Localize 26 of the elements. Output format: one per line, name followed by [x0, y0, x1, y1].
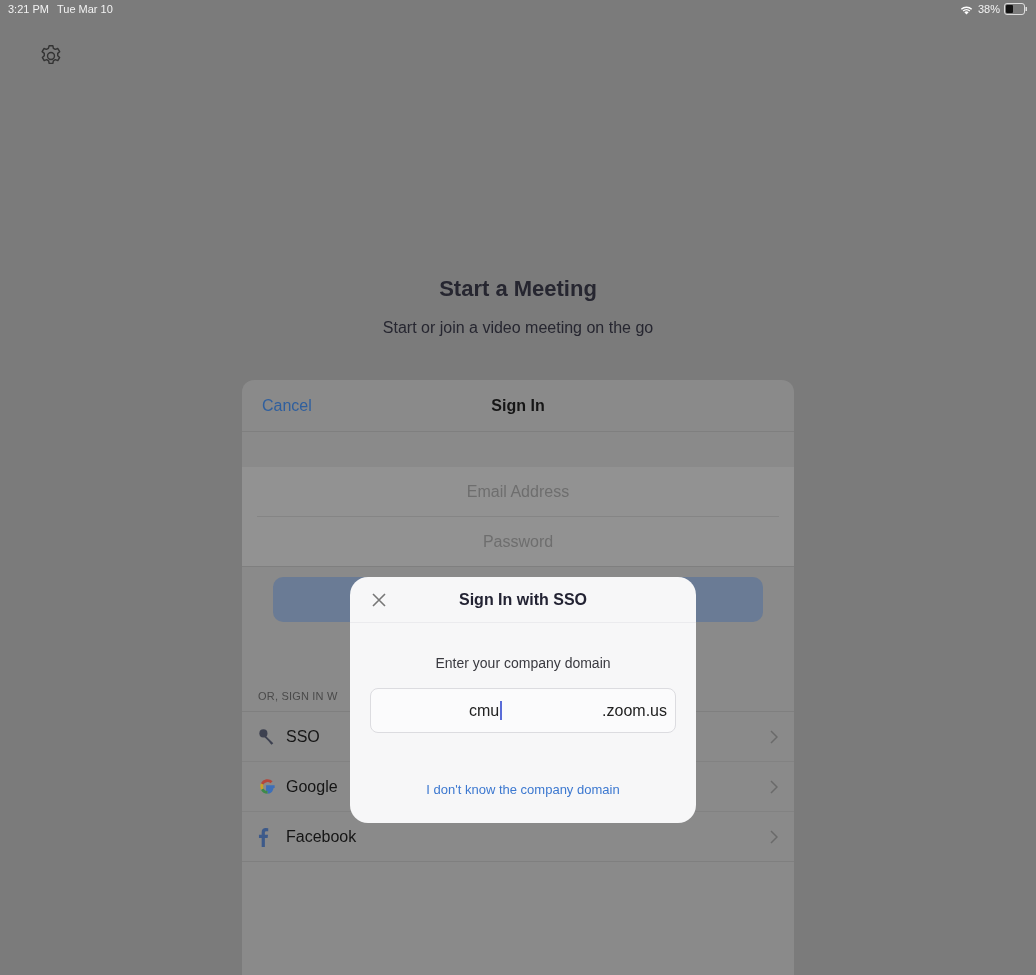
battery-icon: [1004, 3, 1028, 15]
wifi-icon: [958, 3, 974, 15]
chevron-icon: [770, 829, 778, 844]
status-date: Tue Mar 10: [56, 3, 113, 15]
heading: Start a Meeting: [439, 276, 597, 302]
close-icon[interactable]: [372, 592, 386, 607]
status-time: 3:21 PM: [8, 3, 49, 15]
text-cursor: [500, 701, 503, 720]
section-label: OR, SIGN IN W: [258, 690, 338, 702]
chevron-icon: [770, 779, 778, 794]
provider-label: Facebook: [286, 827, 357, 846]
provider-label: Google: [286, 777, 338, 796]
prompt-text: Enter your company domain: [435, 655, 611, 671]
key-icon: [258, 727, 276, 746]
chevron-icon: [770, 729, 778, 744]
help-link[interactable]: I don't know the company domain: [426, 782, 620, 797]
domain-field[interactable]: cmu .zoom.us: [370, 688, 676, 733]
dialog-title: Sign In with SSO: [459, 590, 587, 609]
subheading: Start or join a video meeting on the go: [382, 319, 654, 337]
sheet-title: Sign In: [491, 396, 545, 415]
provider-row[interactable]: Facebook: [242, 812, 794, 861]
domain-suffix: .zoom.us: [602, 701, 667, 720]
facebook-icon: [258, 826, 269, 847]
provider-label: SSO: [286, 727, 320, 746]
battery-percentage: 38%: [977, 3, 1000, 15]
google-icon: [258, 777, 277, 796]
